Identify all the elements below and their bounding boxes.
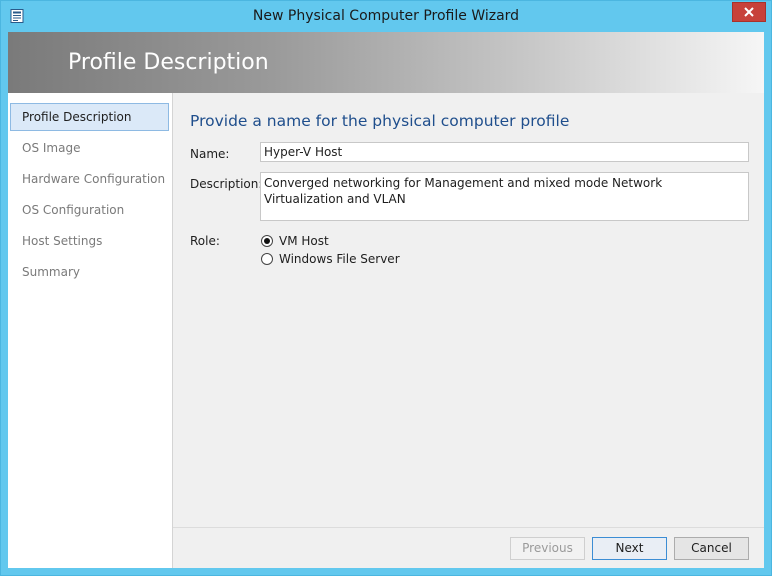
wizard-banner: Profile Description — [8, 32, 764, 93]
role-label: Role: — [190, 234, 220, 248]
wizard-window: New Physical Computer Profile Wizard Pro… — [0, 0, 772, 576]
nav-item-summary[interactable]: Summary — [10, 258, 169, 286]
nav-item-hardware-configuration[interactable]: Hardware Configuration — [10, 165, 169, 193]
cancel-button[interactable]: Cancel — [674, 537, 749, 560]
title-bar[interactable]: New Physical Computer Profile Wizard — [1, 1, 771, 32]
banner-title: Profile Description — [68, 50, 269, 75]
nav-item-os-configuration[interactable]: OS Configuration — [10, 196, 169, 224]
vm-host-label: VM Host — [279, 234, 329, 248]
previous-button[interactable]: Previous — [510, 537, 585, 560]
vm-host-radio[interactable] — [261, 235, 273, 247]
windows-file-server-label: Windows File Server — [279, 252, 400, 266]
nav-item-profile-description[interactable]: Profile Description — [10, 103, 169, 131]
description-label: Description: — [190, 177, 263, 191]
description-field[interactable]: Converged networking for Management and … — [260, 172, 749, 221]
wizard-step-nav: Profile Description OS Image Hardware Co… — [8, 93, 173, 568]
next-button[interactable]: Next — [592, 537, 667, 560]
close-button[interactable] — [732, 2, 766, 22]
name-label: Name: — [190, 147, 230, 161]
windows-file-server-radio[interactable] — [261, 253, 273, 265]
page-heading: Provide a name for the physical computer… — [190, 112, 570, 130]
wizard-footer: Previous Next Cancel — [173, 527, 764, 568]
wizard-client-area: Profile Description Profile Description … — [8, 32, 764, 568]
close-icon — [744, 7, 754, 17]
window-title: New Physical Computer Profile Wizard — [252, 8, 520, 24]
nav-item-os-image[interactable]: OS Image — [10, 134, 169, 162]
name-field[interactable]: Hyper-V Host — [260, 142, 749, 162]
nav-item-host-settings[interactable]: Host Settings — [10, 227, 169, 255]
wizard-content: Provide a name for the physical computer… — [173, 93, 764, 527]
